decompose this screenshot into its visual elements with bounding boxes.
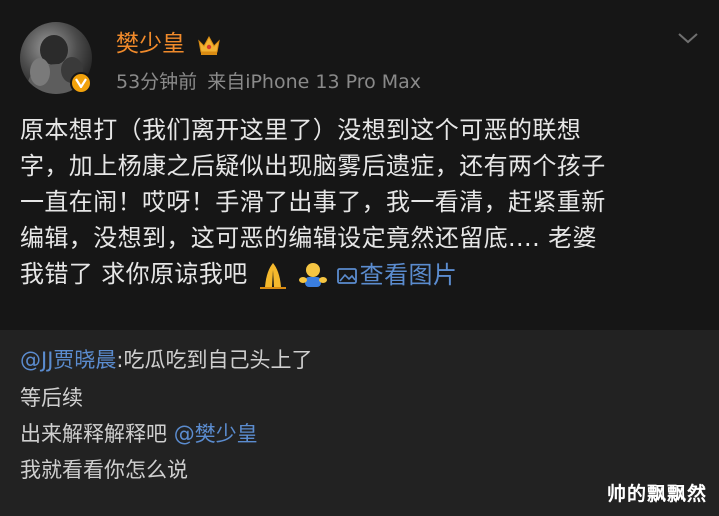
- post-body: 原本想打（我们离开这里了）没想到这个可恶的联想 字，加上杨康之后疑似出现脑雾后遗…: [20, 112, 706, 293]
- comment-text: 出来解释解释吧: [20, 422, 174, 446]
- mention-link[interactable]: @JJ贾晓晨: [20, 348, 116, 372]
- post-body-line: 编辑，没想到，这可恶的编辑设定竟然还留底.... 老婆: [20, 224, 597, 252]
- hug-emoji: [296, 260, 330, 290]
- mention-link[interactable]: @樊少皇: [174, 422, 258, 446]
- post-body-line: 原本想打（我们离开这里了）没想到这个可恶的联想: [20, 116, 582, 144]
- pray-emoji: [256, 260, 290, 290]
- weibo-post: 樊少皇 53分钟前 来自iPhone 13 Pro Max 原本想打（我们离开这里…: [0, 0, 719, 330]
- post-meta: 53分钟前 来自iPhone 13 Pro Max: [116, 68, 421, 96]
- view-image-link[interactable]: 查看图片: [336, 257, 458, 293]
- watermark: 帅的飘飘然: [606, 483, 707, 505]
- chevron-down-icon[interactable]: [676, 30, 700, 46]
- post-body-line: 字，加上杨康之后疑似出现脑雾后遗症，还有两个孩子: [20, 152, 606, 180]
- post-time: 53分钟前: [116, 71, 198, 93]
- post-source[interactable]: 来自iPhone 13 Pro Max: [207, 71, 421, 93]
- comment-line: 等后续: [20, 386, 83, 410]
- comment-line: 出来解释解释吧 @樊少皇: [20, 418, 258, 450]
- verified-icon: [70, 72, 92, 94]
- username[interactable]: 樊少皇: [116, 28, 185, 60]
- crown-icon: [196, 33, 222, 57]
- post-body-last-line: 我错了 求你原谅我吧 查看图片: [20, 256, 706, 293]
- repost-comments: @JJ贾晓晨:吃瓜吃到自己头上了 等后续 出来解释解释吧 @樊少皇 我就看看你怎…: [0, 330, 719, 516]
- comment-text: :吃瓜吃到自己头上了: [116, 348, 313, 372]
- image-icon: [336, 268, 357, 284]
- view-image-label: 查看图片: [359, 261, 458, 289]
- post-body-line: 一直在闹！哎呀！手滑了出事了，我一看清，赶紧重新: [20, 188, 606, 216]
- post-body-line: 我错了 求你原谅我吧: [20, 260, 248, 288]
- comment-line: @JJ贾晓晨:吃瓜吃到自己头上了: [20, 344, 312, 376]
- comment-line: 我就看看你怎么说: [20, 458, 188, 482]
